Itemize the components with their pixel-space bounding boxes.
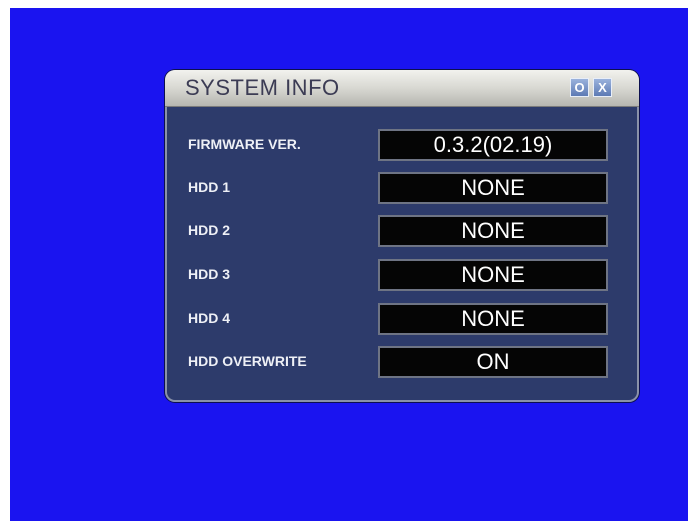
- hdd-2-row: HDD 2 NONE: [165, 215, 639, 247]
- hdd-2-value: NONE: [378, 215, 608, 247]
- hdd-overwrite-label: HDD OVERWRITE: [188, 353, 307, 369]
- dialog-title: SYSTEM INFO: [185, 75, 340, 100]
- hdd-4-row: HDD 4 NONE: [165, 303, 639, 335]
- hdd-3-label: HDD 3: [188, 266, 231, 282]
- hdd-overwrite-value[interactable]: ON: [378, 346, 608, 378]
- hdd-4-value: NONE: [378, 303, 608, 335]
- hdd-3-value: NONE: [378, 259, 608, 291]
- firmware-version-label: FIRMWARE VER.: [188, 136, 301, 152]
- close-button[interactable]: X: [593, 78, 612, 97]
- hdd-2-label: HDD 2: [188, 222, 231, 238]
- firmware-version-value: 0.3.2(02.19): [378, 129, 608, 161]
- hdd-3-row: HDD 3 NONE: [165, 259, 639, 291]
- hdd-1-row: HDD 1 NONE: [165, 172, 639, 204]
- dialog-titlebar: SYSTEM INFO O X: [165, 70, 639, 107]
- osd-screen: SYSTEM INFO O X FIRMWARE VER. 0.3.2(02.1…: [10, 8, 688, 521]
- system-info-dialog: SYSTEM INFO O X FIRMWARE VER. 0.3.2(02.1…: [165, 70, 639, 402]
- hdd-overwrite-row: HDD OVERWRITE ON: [165, 346, 639, 378]
- hdd-1-label: HDD 1: [188, 179, 231, 195]
- options-button[interactable]: O: [570, 78, 589, 97]
- hdd-4-label: HDD 4: [188, 310, 231, 326]
- firmware-version-row: FIRMWARE VER. 0.3.2(02.19): [165, 129, 639, 161]
- hdd-1-value: NONE: [378, 172, 608, 204]
